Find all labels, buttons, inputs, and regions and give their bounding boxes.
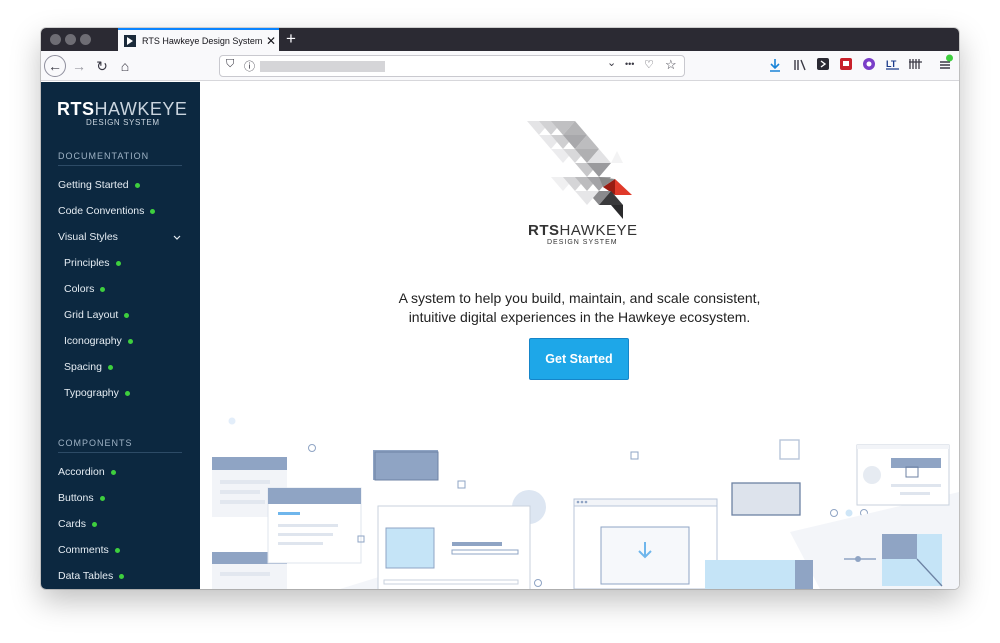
main-content: RTSHAWKEYE DESIGN SYSTEM A system to hel… [200,82,959,589]
pocket-icon[interactable]: ♡ [644,58,654,71]
sidebar-item-label: Spacing [64,361,102,373]
url-dropdown-icon[interactable]: ⌄ [607,56,616,69]
sidebar-item-label: Colors [64,283,95,295]
status-dot [100,286,106,292]
home-button[interactable]: ⌂ [115,56,135,76]
tagline-line-1: A system to help you build, maintain, an… [398,290,761,306]
sidebar-item-label: Grid Layout [64,309,119,321]
tagline-line-2: intuitive digital experiences in the Haw… [408,309,751,325]
decorative-illustration [212,417,959,589]
sidebar-item-grid-layout[interactable]: Grid Layout [64,309,130,321]
sidebar-logo[interactable]: RTSHAWKEYE [57,99,187,120]
brand-bold-text: RTS [528,222,560,239]
status-dot [124,390,130,396]
sidebar-item-label: Data Tables [58,570,114,582]
site-info-icon[interactable]: ⓘ [244,58,255,74]
status-dot [134,182,140,188]
sidebar-item-label: Typography [64,387,119,399]
logo-light-text: HAWKEYE [94,99,188,119]
favicon-icon [124,34,136,47]
status-dot [107,364,113,370]
browser-window: RTS Hawkeye Design System | Ha ✕ + ← → ↻… [41,28,959,589]
sidebar-item-label: Buttons [58,492,94,504]
extension-purple-icon[interactable] [863,58,875,70]
sidebar-item-code-conventions[interactable]: Code Conventions [58,205,156,217]
sidebar-item-data-tables[interactable]: Data Tables [58,570,125,582]
sidebar-item-label: Visual Styles [58,231,118,243]
sidebar-item-label: Iconography [64,335,122,347]
status-dot [119,573,125,579]
hawkeye-logo-icon [527,121,632,219]
sidebar-navigation: RTSHAWKEYE DESIGN SYSTEM DOCUMENTATION G… [41,82,200,589]
bookmark-star-icon[interactable]: ☆ [665,57,677,73]
sidebar-item-iconography[interactable]: Iconography [64,335,133,347]
sidebar-logo-subtitle: DESIGN SYSTEM [86,118,160,127]
new-tab-button[interactable]: + [286,29,296,49]
get-started-button[interactable]: Get Started [529,338,629,380]
status-dot [114,547,120,553]
sidebar-item-label: Code Conventions [58,205,145,217]
sidebar-item-colors[interactable]: Colors [64,283,106,295]
sidebar-item-cards[interactable]: Cards [58,518,98,530]
forward-button[interactable]: → [69,56,89,76]
section-divider [58,165,182,166]
documentation-section-header: DOCUMENTATION [58,151,150,161]
status-dot [92,521,98,527]
navigation-toolbar: ← → ↻ ⌂ ⛉ ⓘ ⌄ ••• ♡ ☆ LT [41,51,959,81]
sidebar-item-typography[interactable]: Typography [64,387,130,399]
sidebar-item-principles[interactable]: Principles [64,257,121,269]
section-divider [58,452,182,453]
sidebar-item-spacing[interactable]: Spacing [64,361,113,373]
extension-icon[interactable] [817,58,829,70]
logo-bold-text: RTS [57,99,95,119]
status-dot [124,312,130,318]
tracking-shield-icon[interactable]: ⛉ [226,58,234,71]
menu-icon[interactable] [938,54,954,71]
status-dot [99,495,105,501]
tagline: A system to help you build, maintain, an… [200,289,959,327]
back-button[interactable]: ← [44,55,66,77]
maximize-window-icon[interactable] [80,34,91,45]
status-dot [110,469,116,475]
sidebar-item-label: Comments [58,544,109,556]
page-actions-icon[interactable]: ••• [625,59,634,69]
tab-close-icon[interactable]: ✕ [266,34,276,48]
brand-light-text: HAWKEYE [559,222,638,239]
svg-text:LT: LT [886,59,897,69]
tab-bar: RTS Hawkeye Design System | Ha ✕ + [41,28,959,51]
sidebar-item-label: Principles [64,257,110,269]
components-section-header: COMPONENTS [58,438,133,448]
sidebar-item-accordion[interactable]: Accordion [58,466,116,478]
sidebar-item-comments[interactable]: Comments [58,544,120,556]
sidebar-item-getting-started[interactable]: Getting Started [58,179,140,191]
extension-lt-icon[interactable]: LT [886,58,899,70]
sidebar-item-label: Accordion [58,466,105,478]
tab-active[interactable]: RTS Hawkeye Design System | Ha ✕ [118,28,279,51]
chevron-down-icon[interactable] [173,235,181,241]
status-dot [115,260,121,266]
download-icon[interactable] [769,58,781,72]
tab-title: RTS Hawkeye Design System | Ha [142,35,262,46]
sidebar-item-label: Getting Started [58,179,129,191]
brand-subtitle: DESIGN SYSTEM [547,239,618,246]
minimize-window-icon[interactable] [65,34,76,45]
address-bar[interactable]: ⛉ ⓘ ⌄ ••• ♡ ☆ [219,55,685,77]
url-redacted [260,61,385,72]
extension-red-icon[interactable] [840,58,852,70]
sidebar-item-visual-styles[interactable]: Visual Styles [58,231,118,243]
library-icon[interactable] [793,59,807,71]
status-dot [127,338,133,344]
extension-bars-icon[interactable] [909,58,922,70]
brand-name: RTSHAWKEYE [528,222,637,239]
sidebar-item-label: Cards [58,518,87,530]
close-window-icon[interactable] [50,34,61,45]
sidebar-item-buttons[interactable]: Buttons [58,492,105,504]
status-dot [150,208,156,214]
reload-button[interactable]: ↻ [92,56,112,76]
